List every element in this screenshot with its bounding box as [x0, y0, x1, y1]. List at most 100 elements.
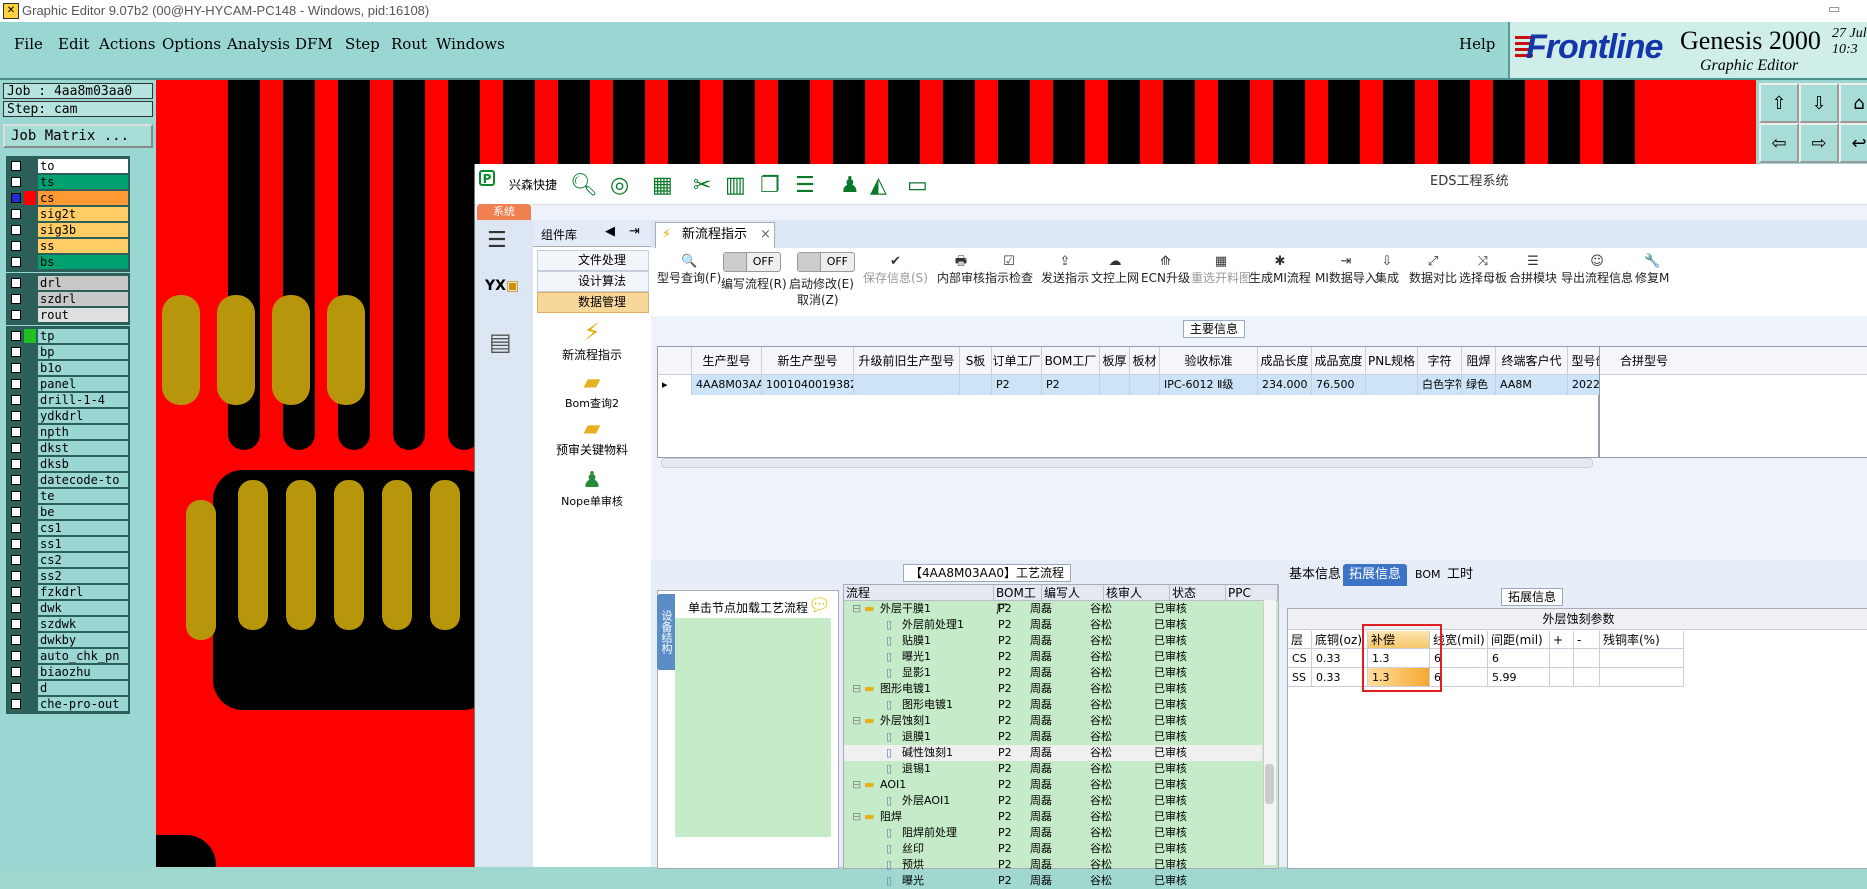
- layer-row[interactable]: d: [8, 680, 128, 696]
- grid-cell[interactable]: [1130, 375, 1160, 395]
- grid-header[interactable]: 生产型号: [692, 347, 762, 375]
- etch-cell[interactable]: [1600, 668, 1684, 687]
- grid-cell[interactable]: 绿色: [1462, 375, 1496, 395]
- etch-cell[interactable]: 0.33: [1312, 668, 1368, 687]
- flow-row[interactable]: ▯ 曝光 P2 周磊 谷松 已审核: [844, 873, 1262, 889]
- layer-row[interactable]: bs: [8, 254, 128, 270]
- flow-row[interactable]: ▯ 退膜1 P2 周磊 谷松 已审核: [844, 729, 1262, 745]
- tool-label[interactable]: 编写流程(R): [721, 276, 787, 292]
- layer-checkbox[interactable]: [11, 427, 21, 437]
- grid-cell[interactable]: 10010400193828: [762, 375, 854, 395]
- flow-row[interactable]: ▯ 贴膜1 P2 周磊 谷松 已审核: [844, 633, 1262, 649]
- cancel-label[interactable]: 取消(Z): [797, 292, 839, 308]
- toggle-switch[interactable]: OFF: [723, 252, 781, 272]
- flow-row[interactable]: ▯ 退锡1 P2 周磊 谷松 已审核: [844, 761, 1262, 777]
- layer-checkbox[interactable]: [11, 411, 21, 421]
- layer-row[interactable]: dkst: [8, 440, 128, 456]
- flow-row[interactable]: ▯ 外层AOI1 P2 周磊 谷松 已审核: [844, 793, 1262, 809]
- grid-cell[interactable]: P2: [1042, 375, 1100, 395]
- flow-row[interactable]: ▯ 曝光1 P2 周磊 谷松 已审核: [844, 649, 1262, 665]
- layer-row[interactable]: cs: [8, 190, 128, 206]
- etch-cell[interactable]: [1574, 649, 1600, 668]
- layer-checkbox[interactable]: [11, 177, 21, 187]
- window-icon[interactable]: ▭: [907, 173, 928, 198]
- pin-icon[interactable]: ⇥: [629, 224, 640, 239]
- menu-file[interactable]: File: [14, 35, 43, 53]
- etch-header[interactable]: 底铜(oz): [1312, 631, 1368, 649]
- flow-row[interactable]: ⊟ ▬ AOI1 P2 周磊 谷松 已审核: [844, 777, 1262, 793]
- grid-cell[interactable]: [1366, 375, 1418, 395]
- grid-header[interactable]: 订单工厂: [992, 347, 1042, 375]
- tool-button[interactable]: ☁ 文控上网: [1091, 254, 1139, 286]
- layer-row[interactable]: cs1: [8, 520, 128, 536]
- lib-nope[interactable]: ♟ Nope单审核: [533, 468, 651, 509]
- layer-checkbox[interactable]: [11, 257, 21, 267]
- lib-item-file[interactable]: 文件处理: [537, 250, 649, 271]
- layer-row[interactable]: ss: [8, 238, 128, 254]
- layer-checkbox[interactable]: [11, 571, 21, 581]
- layer-checkbox[interactable]: [11, 459, 21, 469]
- layer-row[interactable]: szdrl: [8, 291, 128, 307]
- flow-header[interactable]: PPC: [1226, 585, 1278, 601]
- grid-header[interactable]: 阻焊: [1462, 347, 1496, 375]
- menu-icon[interactable]: ☰: [487, 228, 507, 253]
- flow-header[interactable]: 编写人: [1042, 585, 1104, 601]
- layer-row[interactable]: to: [8, 158, 128, 174]
- layer-row[interactable]: bp: [8, 344, 128, 360]
- grid-header[interactable]: 验收标准: [1160, 347, 1258, 375]
- grid-cell[interactable]: P2: [992, 375, 1042, 395]
- layer-row[interactable]: drill-1-4: [8, 392, 128, 408]
- layer-row[interactable]: datecode-to: [8, 472, 128, 488]
- layer-checkbox[interactable]: [11, 507, 21, 517]
- tree-expander-icon[interactable]: ⊟: [852, 681, 861, 697]
- flow-row[interactable]: ⊟ ▬ 图形电镀1 P2 周磊 谷松 已审核: [844, 681, 1262, 697]
- layer-checkbox[interactable]: [11, 379, 21, 389]
- layer-row[interactable]: ss2: [8, 568, 128, 584]
- grid-header[interactable]: 升级前旧生产型号: [854, 347, 960, 375]
- tool-button[interactable]: 🔧 修复M: [1635, 254, 1669, 286]
- menu-windows[interactable]: Windows: [436, 35, 505, 53]
- flow-row[interactable]: ▯ 显影1 P2 周磊 谷松 已审核: [844, 665, 1262, 681]
- grid-header[interactable]: 成品宽度: [1312, 347, 1366, 375]
- etch-cell[interactable]: 0.33: [1312, 649, 1368, 668]
- menu-actions[interactable]: Actions: [99, 35, 155, 53]
- toggle-switch[interactable]: OFF: [797, 252, 855, 272]
- flow-row[interactable]: ▯ 碱性蚀刻1 P2 周磊 谷松 已审核: [844, 745, 1262, 761]
- tool-button[interactable]: ⇩ 集成: [1375, 254, 1399, 286]
- layer-checkbox[interactable]: [11, 209, 21, 219]
- etch-cell[interactable]: CS: [1288, 649, 1312, 668]
- etch-header[interactable]: 层: [1288, 631, 1312, 649]
- lib-item-data[interactable]: 数据管理: [537, 292, 649, 313]
- menu-dfm[interactable]: DFM: [295, 35, 333, 53]
- grid-header[interactable]: 字符: [1418, 347, 1462, 375]
- tool-button[interactable]: ☺ 导出流程信息: [1561, 254, 1633, 286]
- layer-row[interactable]: cs2: [8, 552, 128, 568]
- layer-row[interactable]: rout: [8, 307, 128, 323]
- flow-row[interactable]: ▯ 预烘 P2 周磊 谷松 已审核: [844, 857, 1262, 873]
- tool-button[interactable]: ⇥ MI数据导入: [1315, 254, 1377, 286]
- grid-cell[interactable]: IPC-6012 Ⅱ级: [1160, 375, 1258, 395]
- lifebuoy-icon[interactable]: ◎: [610, 173, 629, 198]
- layer-row[interactable]: che-pro-out: [8, 696, 128, 712]
- layer-checkbox[interactable]: [11, 603, 21, 613]
- layer-checkbox[interactable]: [11, 667, 21, 677]
- tool-button[interactable]: ⤢ 数据对比: [1409, 254, 1457, 286]
- flow-side-tab[interactable]: 设备结构: [657, 594, 675, 670]
- layer-checkbox[interactable]: [11, 699, 21, 709]
- grid-header[interactable]: 成品长度: [1258, 347, 1312, 375]
- layer-row[interactable]: sig3b: [8, 222, 128, 238]
- etch-cell[interactable]: [1574, 668, 1600, 687]
- tool-button[interactable]: ☑ 指示检查: [985, 254, 1033, 286]
- flow-row[interactable]: ⊟ ▬ 外层干膜1 P2 周磊 谷松 已审核: [844, 601, 1262, 617]
- menu-step[interactable]: Step: [345, 35, 380, 53]
- menu-help[interactable]: Help: [1459, 35, 1495, 53]
- flow-vertical-scrollbar[interactable]: [1263, 600, 1276, 865]
- tree-expander-icon[interactable]: ⊟: [852, 713, 861, 729]
- layer-row[interactable]: ss1: [8, 536, 128, 552]
- grid-header[interactable]: 板厚: [1100, 347, 1130, 375]
- lib-bom[interactable]: ▰ Bom查询2: [533, 370, 651, 411]
- layer-checkbox[interactable]: [11, 395, 21, 405]
- tool-button[interactable]: ⤨ 选择母板: [1459, 254, 1507, 286]
- tool-button[interactable]: ☰ 合拼模块: [1509, 254, 1557, 286]
- etch-header[interactable]: -: [1574, 631, 1600, 649]
